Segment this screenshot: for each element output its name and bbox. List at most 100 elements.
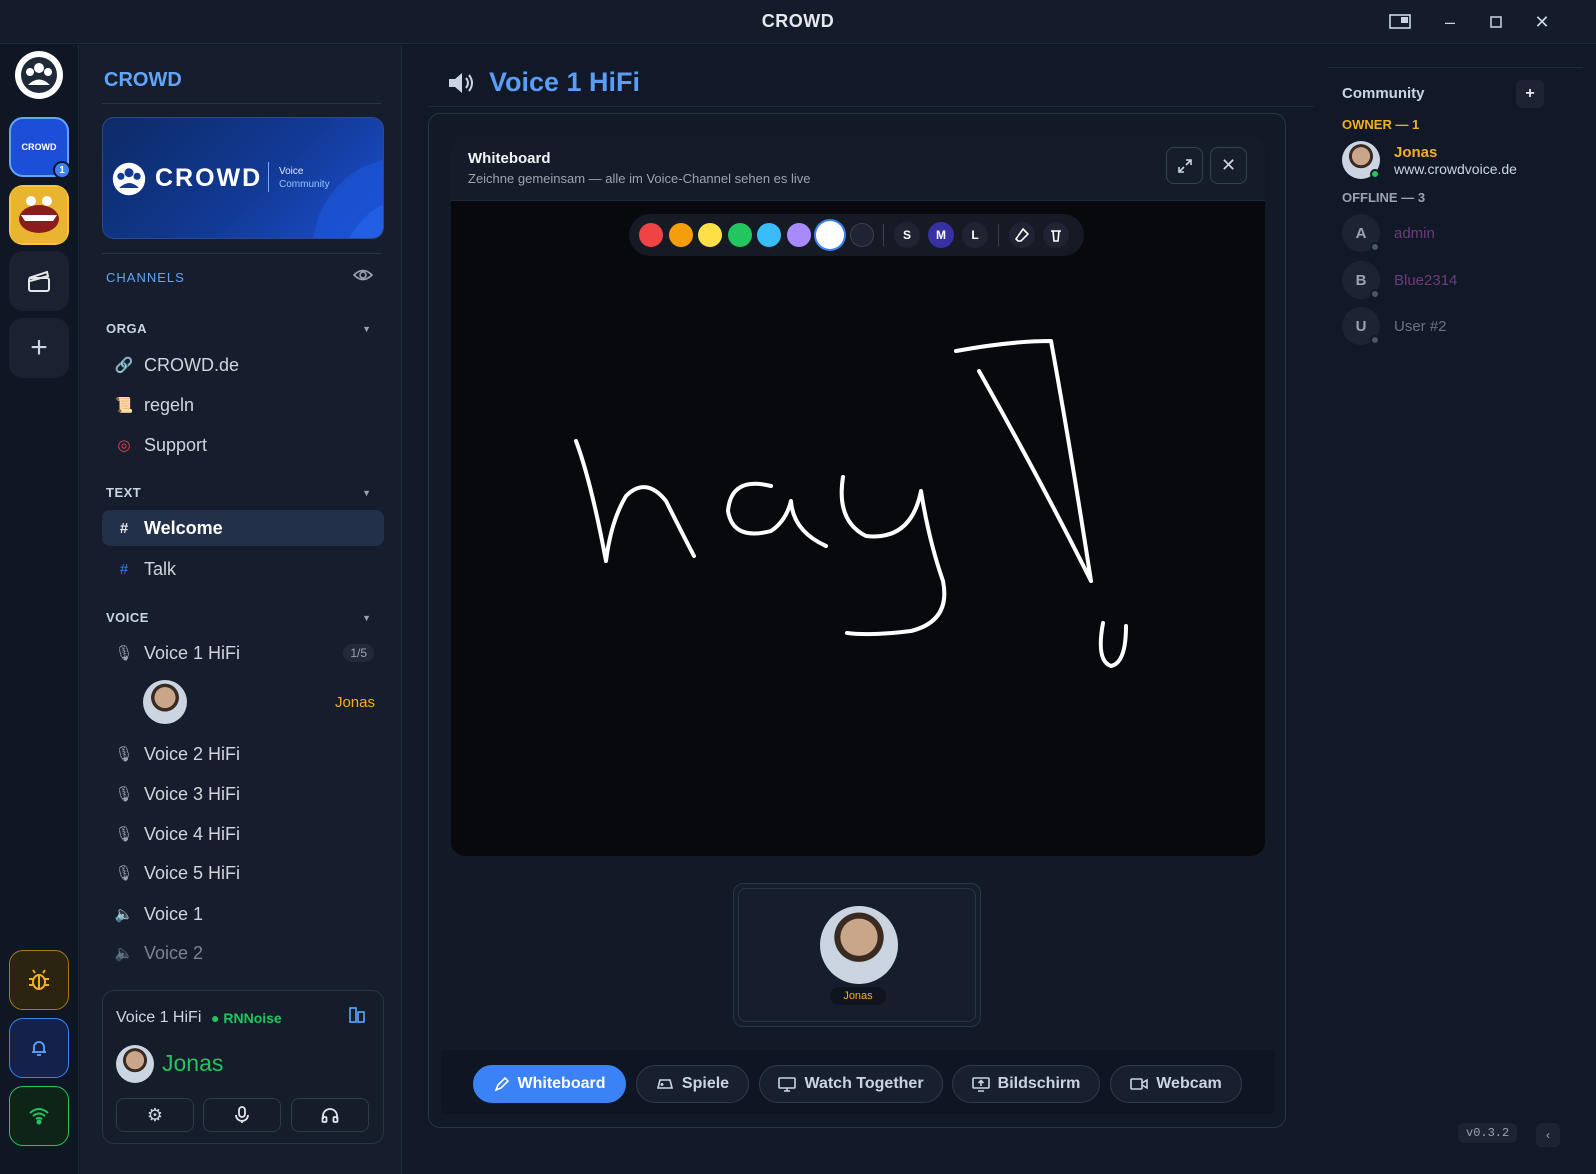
avatar: B <box>1342 261 1380 299</box>
member-list: Community + OWNER — 1 Jonas www.crowdvoi… <box>1315 45 1596 1174</box>
section-orga[interactable]: ORGA <box>106 321 147 336</box>
server-crowd[interactable]: CROWD 1 <box>9 117 71 179</box>
channel-voice-5-hifi[interactable]: 🎙 Voice 5 HiFi <box>102 855 384 891</box>
banner-tagline-2: Community <box>279 179 330 190</box>
gear-icon: ⚙ <box>146 1104 164 1125</box>
monitor-icon <box>778 1077 797 1092</box>
hash-icon: # <box>119 519 129 537</box>
member-blue2314[interactable]: B Blue2314 <box>1342 260 1582 300</box>
channel-support[interactable]: ◎ Support <box>102 427 384 463</box>
channel-voice-1-hifi[interactable]: 🎙 Voice 1 HiFi 1/5 <box>102 635 384 671</box>
chevron-down-icon[interactable]: ▼ <box>362 488 371 498</box>
connected-channel: Voice 1 HiFi <box>116 1009 202 1026</box>
mic-icon: 🎙 <box>114 865 134 882</box>
channel-voice-4-hifi[interactable]: 🎙 Voice 4 HiFi <box>102 816 384 852</box>
channel-title: Voice 1 HiFi <box>489 67 641 97</box>
mute-button[interactable] <box>203 1098 281 1132</box>
bug-icon[interactable] <box>9 950 69 1010</box>
collapse-icon[interactable]: ‹ <box>1536 1123 1560 1147</box>
close-whiteboard-button[interactable]: ✕ <box>1210 147 1247 184</box>
scroll-icon: 📜 <box>114 397 134 414</box>
member-admin[interactable]: A admin <box>1342 213 1582 253</box>
whiteboard: Whiteboard Zeichne gemeinsam — alle im V… <box>451 135 1265 856</box>
section-voice[interactable]: VOICE <box>106 610 149 625</box>
mic-icon <box>235 1106 249 1123</box>
member-list-title: Community <box>1342 85 1425 102</box>
camera-icon <box>1130 1078 1149 1090</box>
maximize-icon[interactable] <box>1476 8 1516 36</box>
mic-icon: 🎙 <box>114 786 134 803</box>
title-bar: CROWD – ✕ <box>0 0 1596 44</box>
speaker-icon: 🔈 <box>114 906 134 923</box>
avatar[interactable] <box>143 680 187 724</box>
settings-button[interactable]: ⚙ <box>116 1098 194 1132</box>
banner-tagline-1: Voice <box>279 166 304 177</box>
wifi-icon[interactable] <box>9 1086 69 1146</box>
channel-voice-3-hifi[interactable]: 🎙 Voice 3 HiFi <box>102 776 384 812</box>
layout-icon[interactable] <box>349 1007 365 1028</box>
mic-icon: 🎙 <box>114 645 134 662</box>
offline-header: OFFLINE — 3 <box>1342 190 1426 205</box>
self-user-name: Jonas <box>162 1050 224 1076</box>
watch-together-button[interactable]: Watch Together <box>759 1065 943 1103</box>
channels-label: CHANNELS <box>106 270 185 285</box>
activity-toolbar: Whiteboard Spiele Watch Together Bildsch… <box>441 1050 1275 1114</box>
whiteboard-canvas[interactable] <box>451 201 1265 856</box>
minimize-icon[interactable]: – <box>1430 8 1470 36</box>
whiteboard-title: Whiteboard <box>468 150 551 167</box>
whiteboard-button[interactable]: Whiteboard <box>473 1065 626 1103</box>
member-owner[interactable]: Jonas www.crowdvoice.de <box>1342 140 1582 180</box>
chevron-down-icon[interactable]: ▼ <box>362 613 371 623</box>
channel-voice-1[interactable]: 🔈 Voice 1 <box>102 896 384 932</box>
channel-welcome[interactable]: # Welcome <box>102 510 384 546</box>
cinema-icon[interactable] <box>9 251 69 311</box>
avatar <box>820 906 898 984</box>
mic-icon: 🎙 <box>114 826 134 843</box>
snap-layout-icon[interactable] <box>1380 8 1420 36</box>
speaker-icon: 🔈 <box>114 945 134 962</box>
version-label: v0.3.2 <box>1458 1123 1518 1143</box>
participant-name: Jonas <box>830 987 886 1005</box>
owner-header: OWNER — 1 <box>1342 117 1420 132</box>
home-logo-icon[interactable] <box>15 51 63 99</box>
link-icon: 🔗 <box>114 357 134 374</box>
speaker-icon <box>447 71 477 100</box>
mic-icon: 🎙 <box>114 746 134 763</box>
webcam-button[interactable]: Webcam <box>1110 1065 1242 1103</box>
eye-icon[interactable] <box>352 267 374 288</box>
channel-voice-2-hifi[interactable]: 🎙 Voice 2 HiFi <box>102 736 384 772</box>
banner-logo-text: CROWD <box>155 164 263 192</box>
voice-user-name[interactable]: Jonas <box>335 694 375 711</box>
deafen-button[interactable] <box>291 1098 369 1132</box>
avatar[interactable] <box>116 1045 154 1083</box>
section-text[interactable]: TEXT <box>106 485 141 500</box>
add-server-button[interactable]: + <box>9 318 69 378</box>
add-member-button[interactable]: + <box>1516 80 1544 108</box>
main-area: Voice 1 HiFi Whiteboard Zeichne gemeinsa… <box>403 45 1314 1174</box>
member-user-2[interactable]: U User #2 <box>1342 306 1582 346</box>
screen-share-button[interactable]: Bildschirm <box>952 1065 1100 1103</box>
server-meme[interactable] <box>9 185 69 245</box>
close-icon[interactable]: ✕ <box>1522 8 1562 36</box>
unread-badge: 1 <box>53 161 71 179</box>
expand-button[interactable] <box>1166 147 1203 184</box>
voice-connection-panel: Voice 1 HiFi ● RNNoise Jonas ⚙ <box>102 990 384 1144</box>
server-name: CROWD <box>104 69 182 91</box>
channel-voice-2[interactable]: 🔈 Voice 2 <box>102 935 384 971</box>
channel-regeln[interactable]: 📜 regeln <box>102 387 384 423</box>
chevron-down-icon[interactable]: ▼ <box>362 324 371 334</box>
window-title: CROWD <box>761 11 835 31</box>
channel-talk[interactable]: # Talk <box>102 551 384 587</box>
lifebuoy-icon: ◎ <box>117 437 131 454</box>
avatar <box>1342 141 1380 179</box>
participant-tile[interactable]: Jonas <box>733 883 981 1027</box>
avatar: A <box>1342 214 1380 252</box>
games-button[interactable]: Spiele <box>636 1065 749 1103</box>
channel-crowd-de[interactable]: 🔗 CROWD.de <box>102 347 384 383</box>
expand-icon <box>1177 158 1192 173</box>
bell-icon[interactable] <box>9 1018 69 1078</box>
whiteboard-header: Whiteboard Zeichne gemeinsam — alle im V… <box>451 135 1265 201</box>
close-icon: ✕ <box>1220 155 1237 175</box>
crowd-logo-icon <box>112 162 146 196</box>
noise-suppression-status: ● RNNoise <box>211 1010 282 1026</box>
